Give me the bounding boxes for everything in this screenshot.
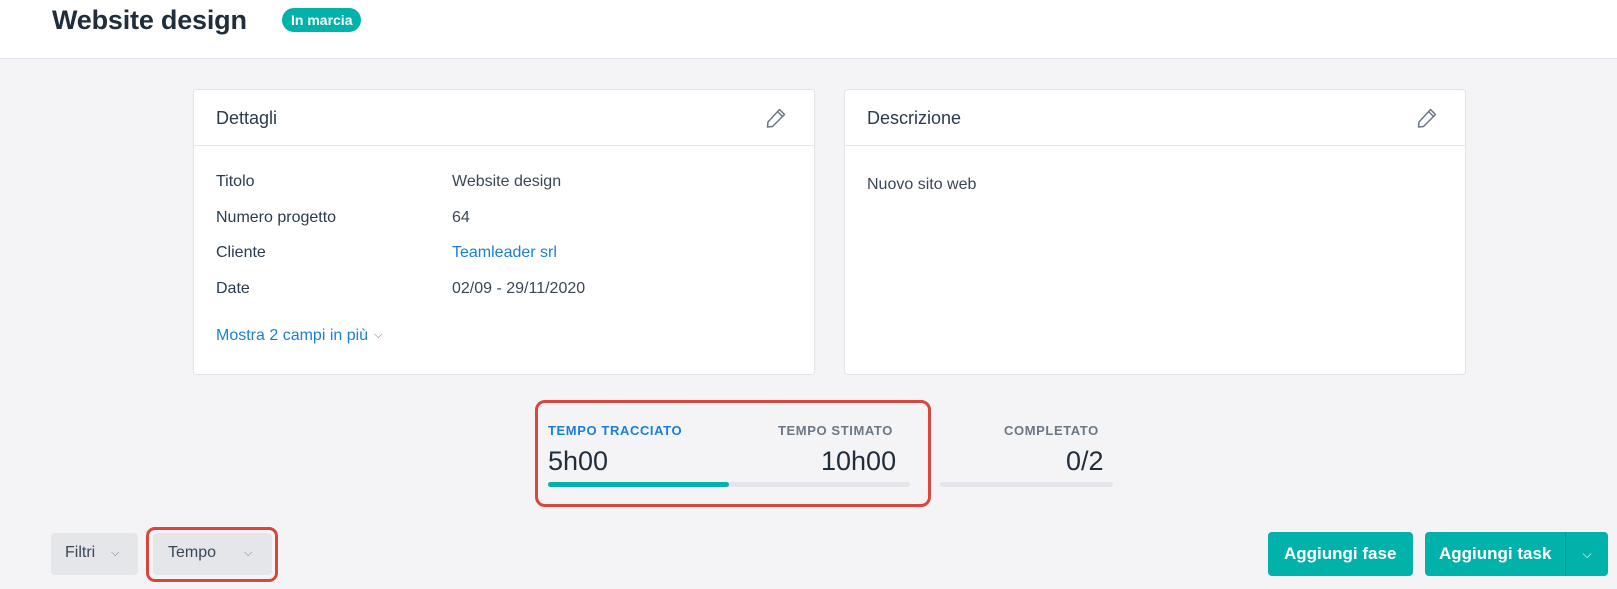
description-card-title: Descrizione (867, 108, 962, 128)
detail-label: Cliente (216, 244, 266, 261)
add-phase-button[interactable]: Aggiungi fase (1268, 532, 1413, 576)
tracked-time-value: 5h00 (548, 446, 609, 476)
show-more-label: Mostra 2 campi in più (216, 327, 369, 344)
details-card-title: Dettagli (216, 108, 278, 128)
detail-value: 02/09 - 29/11/2020 (452, 280, 586, 297)
details-card-header: Dettagli (194, 90, 814, 146)
chevron-down-icon: ⌵ (244, 547, 253, 559)
time-progress-fill (548, 482, 729, 487)
detail-label: Date (216, 280, 250, 297)
pencil-icon[interactable] (1415, 106, 1439, 130)
top-header: Website design In marcia (0, 0, 1617, 59)
detail-value: 64 (452, 209, 470, 226)
estimated-time-value: 10h00 (821, 446, 897, 476)
description-text: Nuovo sito web (867, 176, 977, 193)
pencil-icon[interactable] (764, 106, 788, 130)
tracked-time-label[interactable]: TEMPO TRACCIATO (548, 423, 682, 438)
add-task-menu-chevron-icon[interactable]: ⌵ (1566, 532, 1608, 576)
chevron-down-icon: ⌵ (111, 547, 120, 559)
description-card: Descrizione Nuovo sito web (844, 89, 1466, 375)
status-badge: In marcia (282, 8, 362, 32)
client-link[interactable]: Teamleader srl (452, 244, 557, 262)
tempo-label: Tempo (168, 544, 217, 561)
detail-label: Titolo (216, 173, 255, 190)
completed-label[interactable]: COMPLETATO (1004, 423, 1099, 438)
chevron-down-icon: ⌵ (374, 329, 383, 341)
completed-value: 0/2 (1066, 446, 1104, 476)
filters-label: Filtri (65, 544, 96, 561)
estimated-time-label[interactable]: TEMPO STIMATO (778, 423, 893, 438)
filters-button[interactable]: Filtri ⌵ (51, 533, 138, 575)
add-task-label: Aggiungi task (1439, 544, 1552, 563)
tempo-dropdown[interactable]: Tempo ⌵ (153, 533, 272, 575)
add-phase-label: Aggiungi fase (1284, 544, 1397, 563)
add-task-button[interactable]: Aggiungi task (1425, 532, 1566, 576)
time-progress-bar (548, 482, 910, 487)
show-more-fields-link[interactable]: Mostra 2 campi in più ⌵ (216, 327, 382, 345)
page-title: Website design (52, 5, 247, 35)
detail-label: Numero progetto (216, 209, 337, 226)
completed-progress-bar (940, 482, 1113, 487)
details-card: Dettagli Titolo Website design Numero pr… (193, 89, 815, 375)
detail-value: Website design (452, 173, 562, 190)
description-card-header: Descrizione (845, 90, 1465, 146)
